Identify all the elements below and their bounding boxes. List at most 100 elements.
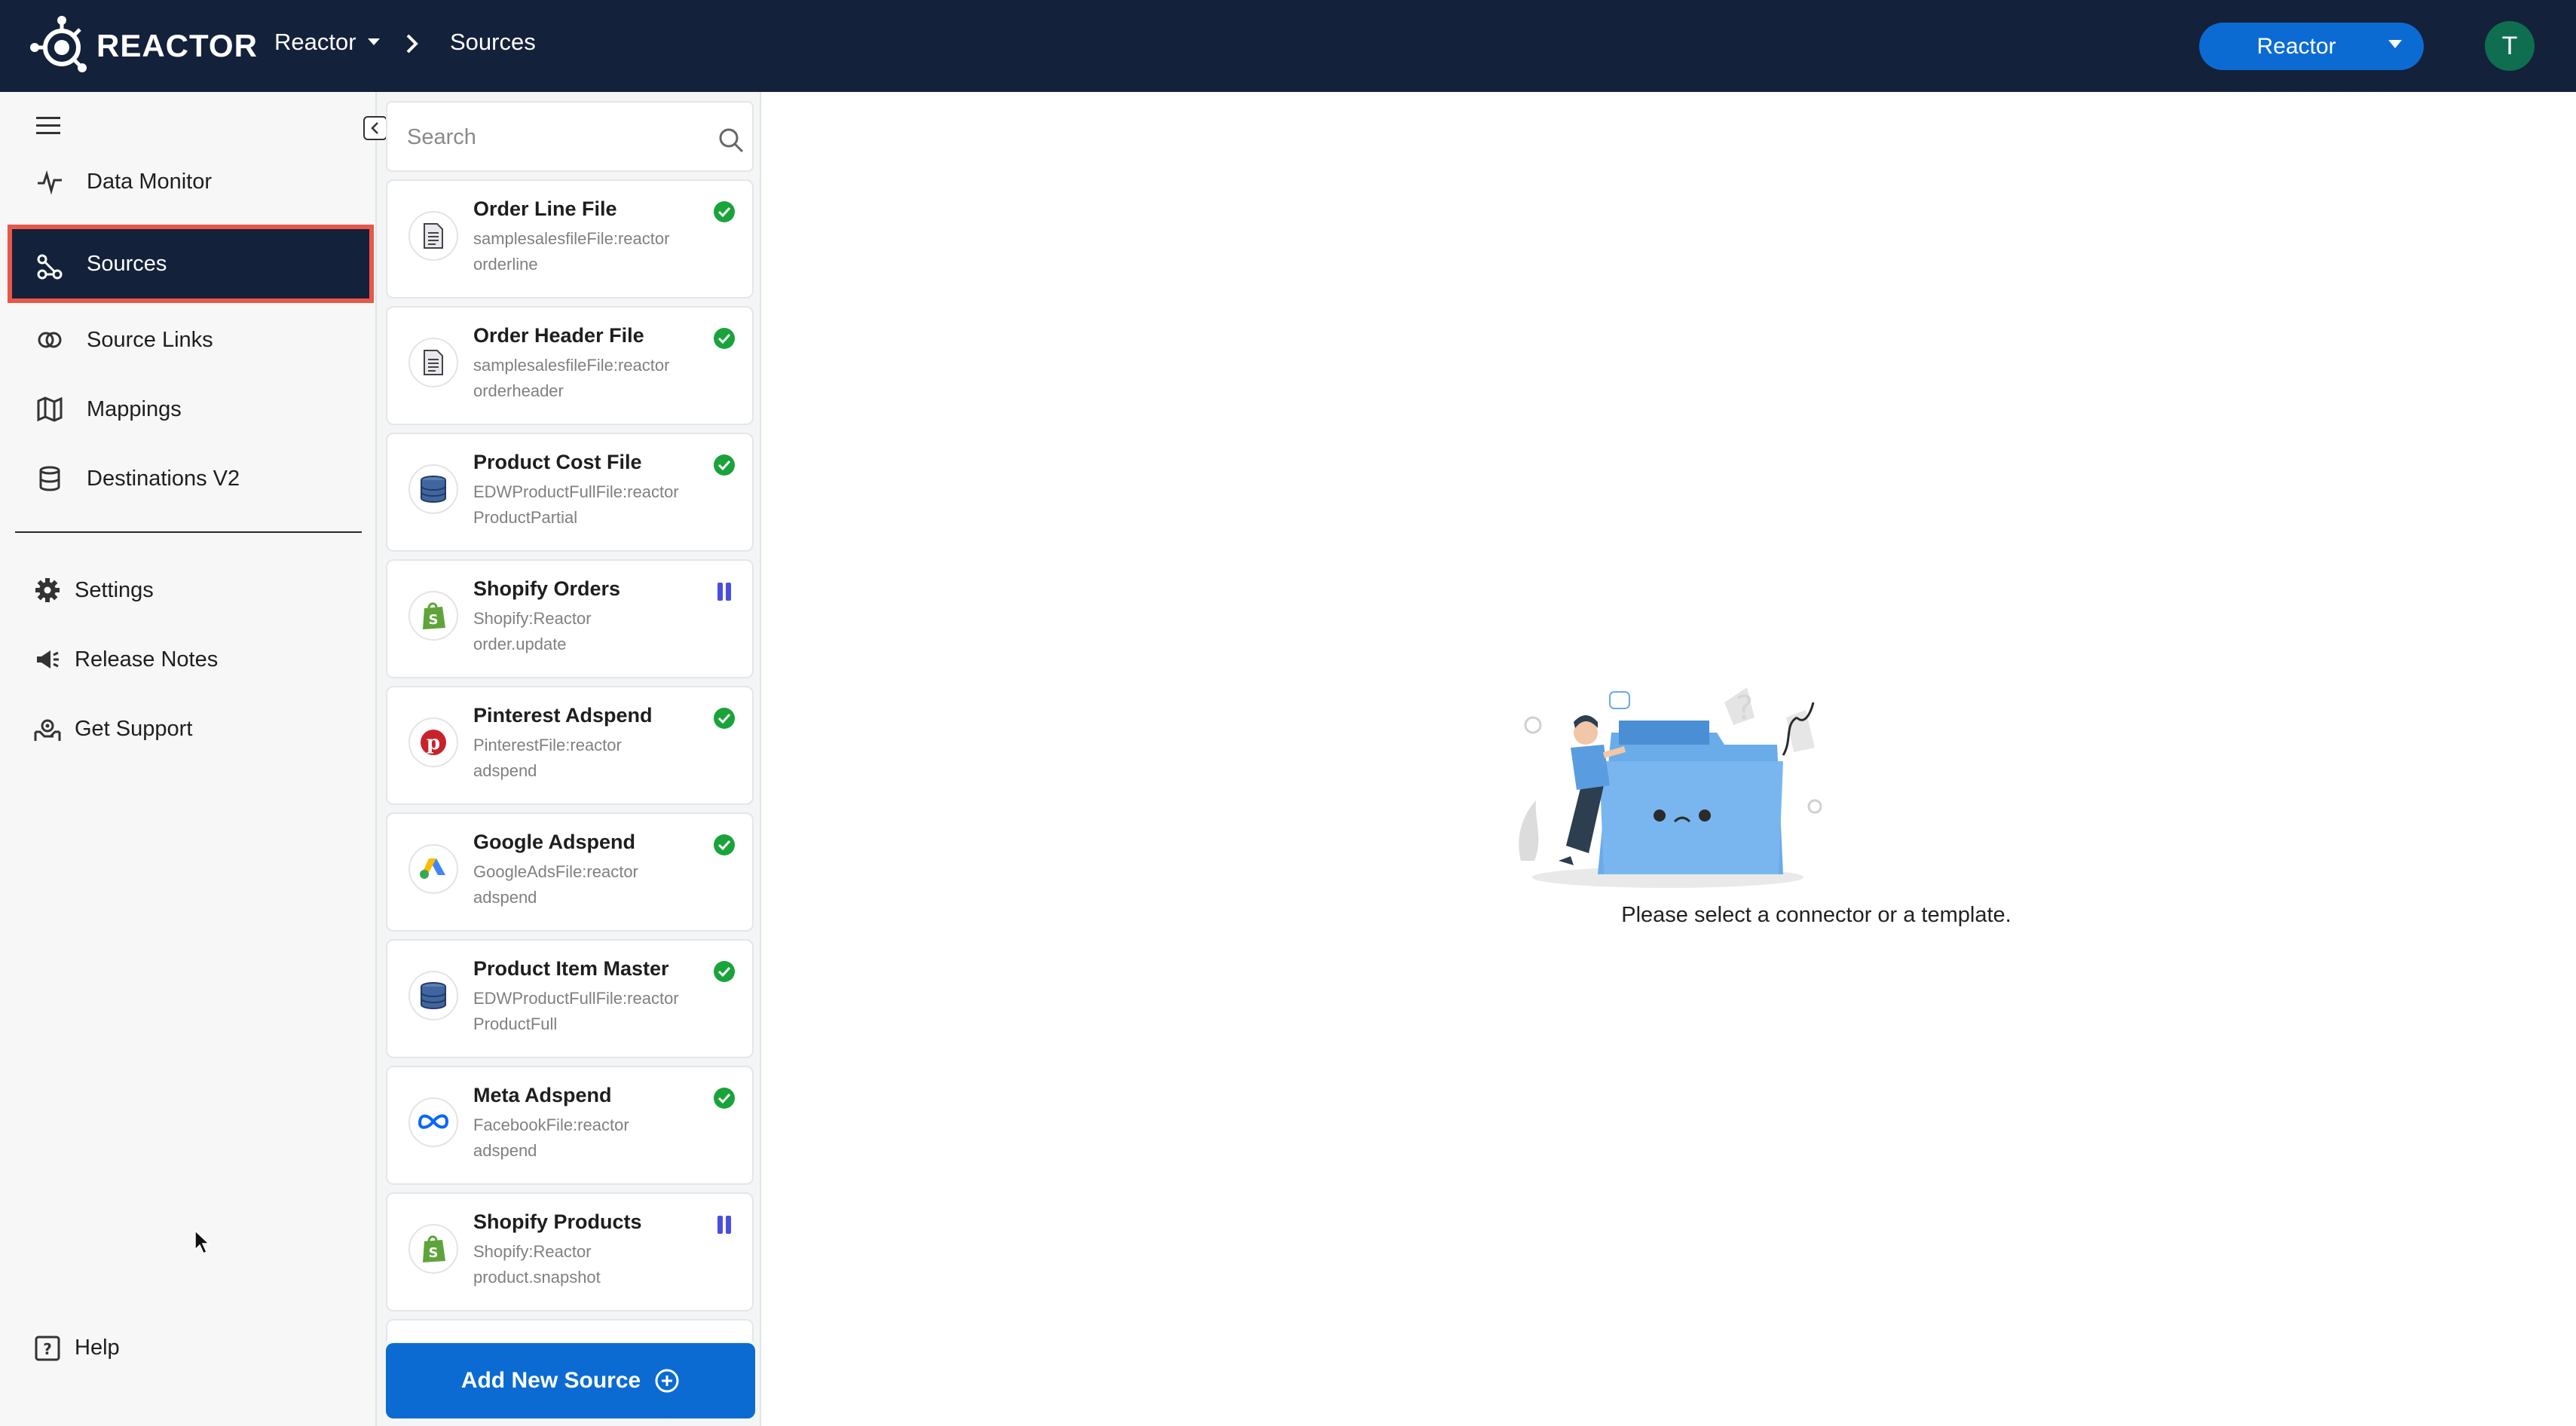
source-card-google-adspend[interactable]: Google Adspend GoogleAdsFile:reactor ads… bbox=[386, 812, 754, 932]
source-card-order-header-file[interactable]: Order Header File samplesalesfileFile:re… bbox=[386, 306, 754, 425]
empty-folder-illustration: ? bbox=[1519, 687, 1822, 888]
workspace-switcher-button[interactable]: Reactor bbox=[2199, 23, 2424, 70]
search-box bbox=[386, 101, 754, 172]
source-card-product-cost-file[interactable]: Product Cost File EDWProductFullFile:rea… bbox=[386, 433, 754, 552]
sidebar-item-get-support[interactable]: Get Support bbox=[9, 694, 366, 763]
source-logo bbox=[408, 1097, 458, 1147]
source-connector: FacebookFile:reactor bbox=[473, 1115, 629, 1134]
sidebar-item-label: Mappings bbox=[87, 396, 182, 421]
source-card-pinterest-adspend[interactable]: p Pinterest Adspend PinterestFile:reacto… bbox=[386, 686, 754, 805]
pause-icon bbox=[717, 1216, 731, 1234]
meta-icon bbox=[418, 1114, 449, 1129]
breadcrumb-workspace[interactable]: Reactor bbox=[274, 29, 381, 56]
sidebar-item-source-links[interactable]: Source Links bbox=[9, 305, 366, 375]
source-card-shopify-orders[interactable]: S Shopify Orders Shopify:Reactor order.u… bbox=[386, 559, 754, 678]
shopify-icon: S bbox=[423, 1235, 445, 1262]
source-entity: ProductFull bbox=[473, 1014, 558, 1033]
check-circle-icon bbox=[714, 328, 735, 349]
google-ads-icon bbox=[420, 858, 445, 879]
database-icon bbox=[39, 466, 60, 491]
source-name: Product Item Master bbox=[473, 957, 669, 980]
sources-list-panel: Order Line File samplesalesfileFile:reac… bbox=[363, 92, 761, 1426]
source-card-partial[interactable] bbox=[386, 1319, 754, 1342]
source-logo bbox=[408, 211, 458, 261]
source-name: Google Adspend bbox=[473, 831, 635, 853]
help-icon: ? bbox=[35, 1336, 60, 1361]
logo-text: REACTOR bbox=[96, 28, 258, 63]
check-circle-icon bbox=[714, 454, 735, 476]
chevron-right-icon bbox=[406, 34, 418, 54]
sidebar-item-settings[interactable]: Settings bbox=[9, 555, 366, 625]
breadcrumb-workspace-label: Reactor bbox=[274, 29, 356, 55]
sidebar: Data Monitor Sources Source Links Mappin… bbox=[0, 92, 377, 1426]
empty-state-message: Please select a connector or a template. bbox=[761, 903, 2576, 928]
sidebar-item-label: Sources bbox=[87, 251, 167, 276]
sidebar-item-label: Destinations V2 bbox=[87, 466, 240, 491]
source-logo bbox=[408, 844, 458, 894]
check-circle-icon bbox=[714, 1088, 735, 1109]
svg-text:?: ? bbox=[43, 1340, 52, 1358]
svg-text:S: S bbox=[429, 1245, 439, 1261]
source-entity: order.update bbox=[473, 635, 567, 653]
sources-icon bbox=[37, 254, 63, 280]
pinterest-icon: p bbox=[421, 730, 446, 755]
top-bar: REACTOR Reactor Sources Reactor T bbox=[0, 0, 2576, 92]
reactor-logo-icon bbox=[30, 16, 87, 72]
sidebar-divider bbox=[15, 531, 362, 533]
search-input[interactable] bbox=[405, 119, 695, 155]
source-logo: S bbox=[408, 1224, 458, 1274]
caret-down-icon[interactable] bbox=[2388, 39, 2403, 50]
hamburger-menu-icon[interactable] bbox=[36, 116, 60, 136]
source-connector: Shopify:Reactor bbox=[473, 609, 592, 628]
source-connector: EDWProductFullFile:reactor bbox=[473, 482, 679, 501]
support-icon bbox=[34, 719, 61, 741]
check-circle-icon bbox=[714, 201, 735, 222]
source-entity: adspend bbox=[473, 888, 537, 907]
workspace-switcher-label: Reactor bbox=[2256, 33, 2336, 59]
sidebar-item-sources[interactable]: Sources bbox=[8, 225, 374, 303]
source-entity: orderline bbox=[473, 255, 538, 274]
map-icon bbox=[37, 396, 63, 422]
file-icon bbox=[424, 223, 443, 249]
reactor-logo[interactable]: REACTOR bbox=[29, 12, 258, 80]
source-name: Pinterest Adspend bbox=[473, 704, 653, 727]
sidebar-item-destinations-v2[interactable]: Destinations V2 bbox=[9, 444, 366, 513]
user-avatar[interactable]: T bbox=[2485, 21, 2535, 71]
add-new-source-button[interactable]: Add New Source bbox=[386, 1343, 755, 1418]
file-icon bbox=[424, 350, 443, 375]
source-card-shopify-products[interactable]: S Shopify Products Shopify:Reactor produ… bbox=[386, 1192, 754, 1311]
source-logo bbox=[408, 338, 458, 387]
check-circle-icon bbox=[714, 708, 735, 729]
collapse-panel-button[interactable] bbox=[363, 116, 387, 140]
sidebar-item-label: Release Notes bbox=[75, 647, 219, 672]
source-logo bbox=[408, 971, 458, 1021]
sidebar-item-label: Get Support bbox=[75, 716, 193, 741]
source-name: Product Cost File bbox=[473, 451, 642, 473]
source-entity: adspend bbox=[473, 1141, 537, 1160]
search-icon[interactable] bbox=[717, 127, 745, 154]
database-icon bbox=[421, 982, 446, 1009]
source-entity: adspend bbox=[473, 761, 537, 780]
source-entity: orderheader bbox=[473, 381, 564, 400]
pause-icon bbox=[717, 583, 731, 601]
source-connector: EDWProductFullFile:reactor bbox=[473, 989, 679, 1008]
source-logo: S bbox=[408, 591, 458, 641]
source-entity: product.snapshot bbox=[473, 1268, 601, 1287]
source-connector: samplesalesfileFile:reactor bbox=[473, 356, 670, 375]
source-card-meta-adspend[interactable]: Meta Adspend FacebookFile:reactor adspen… bbox=[386, 1066, 754, 1185]
source-logo bbox=[408, 464, 458, 514]
add-new-source-label: Add New Source bbox=[460, 1368, 641, 1393]
help-link[interactable]: ? Help bbox=[9, 1319, 366, 1379]
source-entity: ProductPartial bbox=[473, 508, 578, 527]
sidebar-item-release-notes[interactable]: Release Notes bbox=[9, 625, 366, 694]
sidebar-item-data-monitor[interactable]: Data Monitor bbox=[9, 147, 366, 216]
plus-circle-icon bbox=[655, 1369, 679, 1393]
source-name: Shopify Orders bbox=[473, 577, 621, 600]
gear-icon bbox=[35, 578, 60, 602]
source-name: Meta Adspend bbox=[473, 1084, 612, 1106]
help-label: Help bbox=[75, 1336, 120, 1360]
sidebar-item-label: Settings bbox=[75, 577, 154, 602]
source-card-product-item-master[interactable]: Product Item Master EDWProductFullFile:r… bbox=[386, 939, 754, 1058]
source-card-order-line-file[interactable]: Order Line File samplesalesfileFile:reac… bbox=[386, 179, 754, 298]
sidebar-item-mappings[interactable]: Mappings bbox=[9, 375, 366, 444]
